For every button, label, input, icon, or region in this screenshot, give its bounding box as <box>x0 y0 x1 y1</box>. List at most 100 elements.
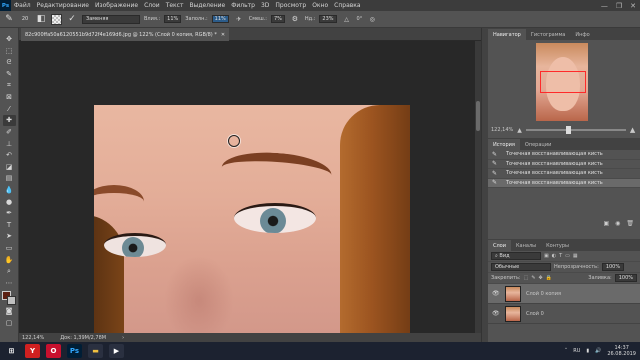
menu-item[interactable]: Редактирование <box>34 2 92 9</box>
lasso-tool-icon[interactable]: ᘓ <box>3 57 16 68</box>
close-button[interactable]: ✕ <box>630 2 636 10</box>
dodge-tool-icon[interactable]: ● <box>3 196 16 207</box>
filter-type-icon[interactable]: T <box>559 253 562 259</box>
filter-smart-icon[interactable]: ▦ <box>573 253 578 259</box>
lock-pixels-icon[interactable]: ⬚ <box>524 275 529 281</box>
yandex-taskbar-icon[interactable]: Y <box>25 344 40 358</box>
pressure-size-icon[interactable]: ◎ <box>366 13 378 25</box>
maximize-button[interactable]: ❐ <box>616 2 622 10</box>
brush-settings-icon[interactable]: ◧ <box>35 13 47 25</box>
screen-mode-icon[interactable]: ▢ <box>3 318 16 329</box>
sample-all-icon[interactable]: ✓ <box>66 13 78 25</box>
filter-shape-icon[interactable]: ▭ <box>565 253 570 259</box>
close-tab-icon[interactable]: ✕ <box>221 32 225 38</box>
navigator-zoom-slider[interactable] <box>525 126 626 134</box>
layer-filter-select[interactable]: ⌕ Вид <box>491 252 541 260</box>
mode-select[interactable]: Заменяя <box>82 14 140 24</box>
airbrush-icon[interactable]: ✈ <box>233 13 245 25</box>
delete-state-icon[interactable]: 🗑 <box>626 220 634 229</box>
new-document-from-state-icon[interactable]: ▣ <box>603 220 609 229</box>
status-arrow-icon[interactable]: › <box>122 335 124 341</box>
history-item[interactable]: ✎ Точечная восстанавливающая кисть <box>488 150 640 160</box>
filter-adjust-icon[interactable]: ◐ <box>552 253 556 259</box>
shape-tool-icon[interactable]: ▭ <box>3 243 16 254</box>
media-taskbar-icon[interactable]: ▶ <box>109 344 124 358</box>
flow-field[interactable]: 11% <box>164 15 182 23</box>
pattern-swatch[interactable] <box>51 13 62 25</box>
zoom-tool-icon[interactable]: ⌕ <box>3 266 16 277</box>
type-tool-icon[interactable]: T <box>3 220 16 231</box>
layer-fill-field[interactable]: 100% <box>614 274 637 282</box>
snapshot-icon[interactable]: ◉ <box>615 220 620 229</box>
hand-tool-icon[interactable]: ✋ <box>3 254 16 265</box>
tab-history[interactable]: История <box>488 139 520 150</box>
blur-field[interactable]: 23% <box>319 15 337 23</box>
photo-canvas[interactable] <box>94 105 410 333</box>
marquee-tool-icon[interactable]: ⬚ <box>3 46 16 57</box>
menu-item[interactable]: Файл <box>11 2 34 9</box>
filter-pixel-icon[interactable]: ▣ <box>544 253 549 259</box>
scrollbar-thumb[interactable] <box>476 101 480 131</box>
tab-paths[interactable]: Контуры <box>541 240 574 251</box>
crop-tool-icon[interactable]: ⌗ <box>3 80 16 91</box>
explorer-taskbar-icon[interactable]: ▬ <box>88 344 103 358</box>
minimize-button[interactable]: — <box>601 2 608 10</box>
menu-item[interactable]: Выделение <box>186 2 228 9</box>
frame-tool-icon[interactable]: ⊠ <box>3 92 16 103</box>
lock-move-icon[interactable]: ✥ <box>539 275 543 281</box>
photoshop-taskbar-icon[interactable]: Ps <box>67 344 82 358</box>
tab-navigator[interactable]: Навигатор <box>488 29 526 40</box>
language-indicator[interactable]: RU <box>573 348 580 354</box>
tray-arrow-icon[interactable]: ˄ <box>565 348 568 354</box>
gear-icon[interactable]: ⚙ <box>289 13 301 25</box>
volume-icon[interactable]: 🔊 <box>595 348 601 354</box>
layer-name[interactable]: Слой 0 копия <box>526 291 561 297</box>
brush-picker-icon[interactable]: 20 <box>19 13 31 25</box>
history-item[interactable]: ✎ Точечная восстанавливающая кисть <box>488 169 640 179</box>
path-select-tool-icon[interactable]: ➤ <box>3 231 16 242</box>
tab-histogram[interactable]: Гистограмма <box>526 29 571 40</box>
history-item[interactable]: ✎ Точечная восстанавливающая кисть <box>488 160 640 169</box>
quick-select-tool-icon[interactable]: ✎ <box>3 69 16 80</box>
menu-item[interactable]: Фильтр <box>228 2 258 9</box>
menu-item[interactable]: 3D <box>258 2 272 9</box>
opera-taskbar-icon[interactable]: O <box>46 344 61 358</box>
eye-icon[interactable]: 👁 <box>492 310 500 317</box>
tab-layers[interactable]: Слои <box>488 240 511 251</box>
quick-mask-icon[interactable]: ◙ <box>3 306 16 317</box>
angle-icon[interactable]: △ <box>341 13 353 25</box>
layer-row[interactable]: 👁 Слой 0 копия <box>488 284 640 304</box>
background-color[interactable] <box>7 296 16 306</box>
tab-channels[interactable]: Каналы <box>511 240 541 251</box>
menu-item[interactable]: Текст <box>163 2 187 9</box>
layer-name[interactable]: Слой 0 <box>526 311 544 317</box>
menu-item[interactable]: Просмотр <box>272 2 309 9</box>
clock[interactable]: 14:37 26.08.2019 <box>607 345 636 357</box>
color-swatches[interactable] <box>2 291 16 306</box>
layer-row[interactable]: 👁 Слой 0 <box>488 304 640 324</box>
menu-item[interactable]: Изображение <box>92 2 141 9</box>
menu-item[interactable]: Окно <box>309 2 331 9</box>
network-icon[interactable]: ▮ <box>586 348 589 354</box>
brush-tool-icon[interactable]: ✐ <box>3 127 16 138</box>
zoom-level[interactable]: 122,14% <box>22 335 44 341</box>
tab-actions[interactable]: Операции <box>520 139 556 150</box>
blur-tool-icon[interactable]: 💧 <box>3 185 16 196</box>
tab-info[interactable]: Инфо <box>570 29 594 40</box>
lock-brush-icon[interactable]: ✎ <box>531 275 535 281</box>
canvas-area[interactable] <box>19 41 481 333</box>
navigator-zoom-value[interactable]: 122,14% <box>491 127 513 133</box>
layer-opacity-field[interactable]: 100% <box>601 263 625 271</box>
zoom-in-icon[interactable]: ▲ <box>630 126 635 134</box>
history-brush-tool-icon[interactable]: ↶ <box>3 150 16 161</box>
menu-item[interactable]: Слои <box>141 2 163 9</box>
brush-preset-icon[interactable]: ✎ <box>3 13 15 25</box>
eyedropper-tool-icon[interactable]: ⁄ <box>3 104 16 115</box>
lock-all-icon[interactable]: 🔒 <box>546 275 552 281</box>
opacity-field[interactable]: 11% <box>211 15 229 23</box>
eye-icon[interactable]: 👁 <box>492 290 500 297</box>
pen-tool-icon[interactable]: ✒ <box>3 208 16 219</box>
move-tool-icon[interactable]: ✥ <box>3 34 16 45</box>
blend-mode-select[interactable]: Обычные <box>491 263 551 271</box>
start-taskbar-icon[interactable]: ⊞ <box>4 344 19 358</box>
